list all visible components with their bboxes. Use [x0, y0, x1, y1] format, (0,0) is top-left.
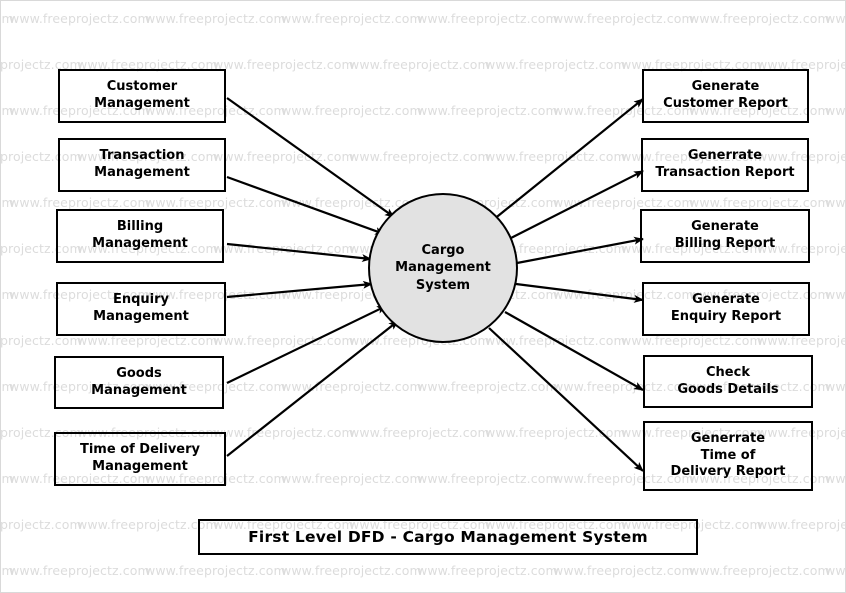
watermark-text: www.freeprojectz.com — [213, 241, 354, 256]
entity-generate-time-of-delivery-report[interactable]: Generrate Time of Delivery Report — [643, 421, 813, 491]
diagram-title-text: First Level DFD - Cargo Management Syste… — [248, 528, 648, 546]
watermark-text: www.freeprojectz.com — [1, 563, 14, 578]
watermark-text: www.freeprojectz.com — [213, 149, 354, 164]
watermark-text: www.freeprojectz.com — [485, 425, 626, 440]
entity-customer-management[interactable]: Customer Management — [58, 69, 226, 123]
watermark-text: www.freeprojectz.com — [349, 425, 490, 440]
watermark-text: www.freeprojectz.com — [145, 11, 286, 26]
watermark-text: www.freeprojectz.com — [485, 149, 626, 164]
watermark-text: www.freeprojectz.com — [1, 103, 14, 118]
entity-time-of-delivery-management-label: Time of Delivery Management — [79, 442, 201, 474]
watermark-text: www.freeprojectz.com — [9, 195, 150, 210]
watermark-text: www.freeprojectz.com — [349, 57, 490, 72]
entity-generate-billing-report-label: Generate Billing Report — [674, 219, 776, 251]
flow-billing-management-to-process — [226, 242, 372, 263]
watermark-text: www.freeprojectz.com — [485, 333, 626, 348]
watermark-text: www.freeprojectz.com — [145, 563, 286, 578]
flow-goods-management-to-process — [226, 305, 387, 384]
entity-generate-enquiry-report-label: Generate Enquiry Report — [670, 292, 782, 324]
entity-enquiry-management[interactable]: Enquiry Management — [56, 282, 226, 336]
entity-billing-management[interactable]: Billing Management — [56, 209, 224, 263]
watermark-text: www.freeprojectz.com — [281, 11, 422, 26]
watermark-text: www.freeprojectz.com — [281, 563, 422, 578]
watermark-text: www.freeprojectz.com — [1, 287, 14, 302]
watermark-text: www.freeprojectz.com — [825, 471, 846, 486]
watermark-text: www.freeprojectz.com — [417, 563, 558, 578]
watermark-text: www.freeprojectz.com — [757, 517, 845, 532]
flow-time-of-delivery-management-to-process — [226, 320, 399, 457]
process-cargo-management-system-label: Cargo Management System — [395, 243, 491, 293]
watermark-text: www.freeprojectz.com — [553, 11, 694, 26]
entity-generate-customer-report-label: Generate Customer Report — [663, 79, 788, 111]
watermark-text: www.freeprojectz.com — [417, 471, 558, 486]
watermark-text: www.freeprojectz.com — [213, 425, 354, 440]
entity-generate-transaction-report[interactable]: Generrate Transaction Report — [641, 138, 809, 192]
entity-generate-customer-report[interactable]: Generate Customer Report — [642, 69, 809, 123]
entity-generate-enquiry-report[interactable]: Generate Enquiry Report — [642, 282, 810, 336]
entity-customer-management-label: Customer Management — [94, 79, 190, 111]
watermark-text: www.freeprojectz.com — [1, 379, 14, 394]
watermark-text: www.freeprojectz.com — [825, 563, 846, 578]
flow-process-to-generate-billing-report — [516, 236, 644, 265]
watermark-text: www.freeprojectz.com — [825, 287, 846, 302]
watermark-text: www.freeprojectz.com — [689, 563, 830, 578]
watermark-text: www.freeprojectz.com — [213, 57, 354, 72]
entity-generate-transaction-report-label: Generrate Transaction Report — [655, 148, 795, 180]
entity-goods-management-label: Goods Management — [91, 365, 187, 398]
watermark-text: www.freeprojectz.com — [1, 195, 14, 210]
watermark-text: www.freeprojectz.com — [213, 333, 354, 348]
flow-process-to-generate-customer-report — [492, 98, 644, 221]
entity-generate-time-of-delivery-report-label: Generrate Time of Delivery Report — [670, 430, 786, 480]
flow-customer-management-to-process — [226, 97, 395, 218]
flow-process-to-generate-enquiry-report — [515, 282, 644, 303]
entity-enquiry-management-label: Enquiry Management — [93, 292, 189, 324]
watermark-text: www.freeprojectz.com — [417, 103, 558, 118]
dfd-diagram-canvas: www.freeprojectz.comwww.freeprojectz.com… — [0, 0, 846, 593]
flow-process-to-check-goods-details — [504, 311, 644, 391]
entity-transaction-management[interactable]: Transaction Management — [58, 138, 226, 192]
watermark-text: www.freeprojectz.com — [825, 195, 846, 210]
entity-transaction-management-label: Transaction Management — [94, 148, 190, 180]
watermark-text: www.freeprojectz.com — [281, 471, 422, 486]
entity-check-goods-details[interactable]: Check Goods Details — [643, 355, 813, 408]
flow-enquiry-management-to-process — [226, 280, 373, 299]
watermark-text: www.freeprojectz.com — [1, 11, 14, 26]
watermark-text: www.freeprojectz.com — [417, 11, 558, 26]
watermark-text: www.freeprojectz.com — [689, 11, 830, 26]
watermark-text: www.freeprojectz.com — [417, 379, 558, 394]
watermark-text: www.freeprojectz.com — [825, 11, 846, 26]
flow-process-to-generate-time-of-delivery-report — [488, 327, 644, 472]
entity-check-goods-details-label: Check Goods Details — [677, 364, 779, 397]
diagram-title-box: First Level DFD - Cargo Management Syste… — [198, 519, 698, 555]
watermark-text: www.freeprojectz.com — [349, 149, 490, 164]
watermark-text: www.freeprojectz.com — [145, 195, 286, 210]
watermark-text: www.freeprojectz.com — [485, 57, 626, 72]
watermark-text: www.freeprojectz.com — [825, 379, 846, 394]
entity-generate-billing-report[interactable]: Generate Billing Report — [640, 209, 810, 263]
entity-billing-management-label: Billing Management — [92, 219, 188, 251]
flow-transaction-management-to-process — [226, 175, 385, 236]
watermark-text: www.freeprojectz.com — [1, 471, 14, 486]
process-cargo-management-system[interactable]: Cargo Management System — [368, 193, 518, 343]
watermark-text: www.freeprojectz.com — [9, 563, 150, 578]
watermark-text: www.freeprojectz.com — [281, 103, 422, 118]
watermark-text: www.freeprojectz.com — [77, 517, 218, 532]
watermark-text: www.freeprojectz.com — [825, 103, 846, 118]
flow-process-to-generate-transaction-report — [508, 170, 644, 240]
watermark-text: www.freeprojectz.com — [689, 195, 830, 210]
watermark-text: www.freeprojectz.com — [553, 195, 694, 210]
entity-goods-management[interactable]: Goods Management — [54, 356, 224, 409]
entity-time-of-delivery-management[interactable]: Time of Delivery Management — [54, 432, 226, 486]
watermark-text: www.freeprojectz.com — [553, 563, 694, 578]
watermark-text: www.freeprojectz.com — [9, 11, 150, 26]
watermark-text: www.freeprojectz.com — [0, 517, 82, 532]
watermark-text: www.freeprojectz.com — [281, 379, 422, 394]
